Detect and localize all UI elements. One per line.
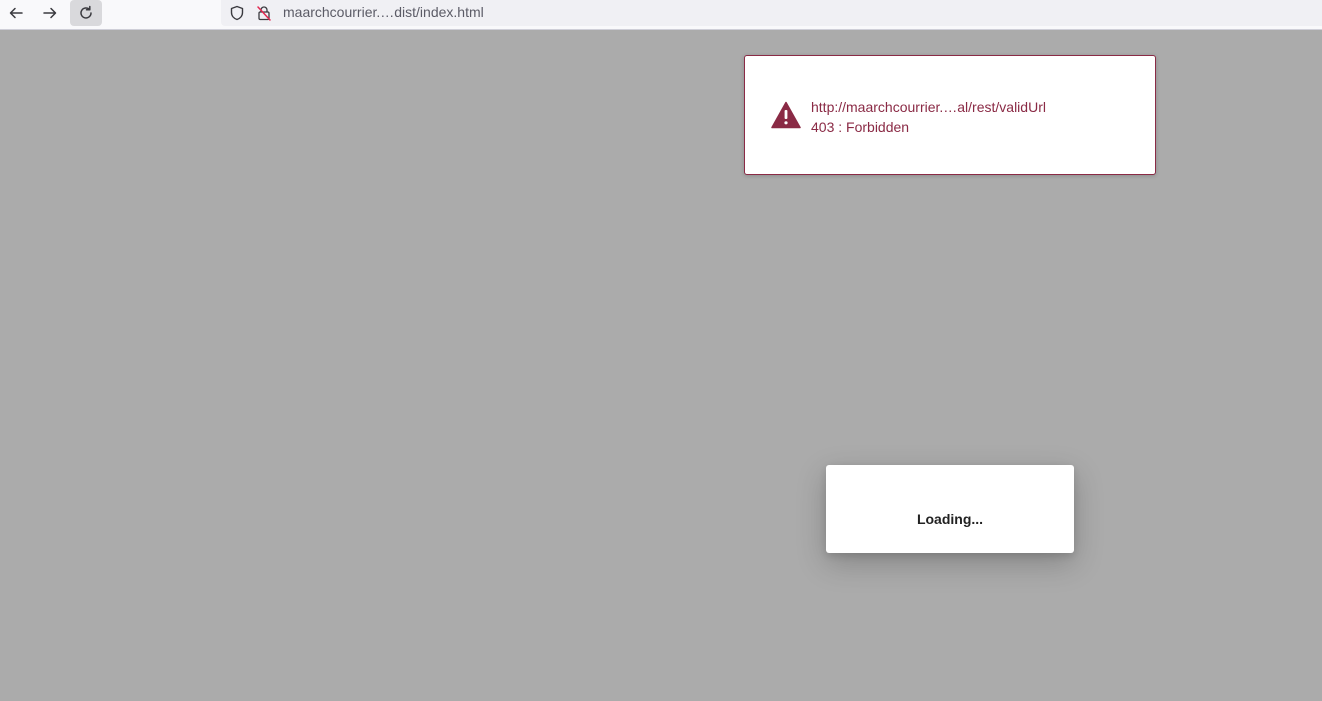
shield-icon[interactable] bbox=[227, 3, 247, 23]
back-button[interactable] bbox=[0, 0, 32, 26]
error-status: 403 : Forbidden bbox=[811, 119, 910, 135]
address-bar[interactable]: maarchcourrier.…dist/index.html bbox=[221, 0, 1322, 26]
warning-triangle-icon bbox=[771, 101, 801, 129]
loading-dialog: Loading... bbox=[826, 465, 1074, 553]
error-url: http://maarchcourrier.…al/rest/validUrl bbox=[811, 99, 1046, 115]
forward-button[interactable] bbox=[34, 0, 66, 26]
browser-toolbar: maarchcourrier.…dist/index.html bbox=[0, 0, 1322, 30]
arrow-right-icon bbox=[43, 7, 57, 19]
reload-button[interactable] bbox=[70, 0, 102, 26]
insecure-lock-icon[interactable] bbox=[254, 3, 274, 23]
reload-icon bbox=[80, 5, 92, 19]
url-text[interactable]: maarchcourrier.…dist/index.html bbox=[283, 4, 484, 20]
error-toast[interactable]: http://maarchcourrier.…al/rest/validUrl … bbox=[744, 55, 1156, 175]
arrow-left-icon bbox=[9, 7, 23, 19]
loading-text: Loading... bbox=[916, 511, 984, 527]
error-message: http://maarchcourrier.…al/rest/validUrl … bbox=[811, 97, 1046, 137]
